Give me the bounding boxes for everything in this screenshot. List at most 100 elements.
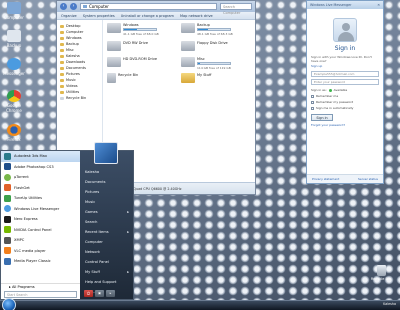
folder-icon: [181, 73, 195, 83]
organize-button[interactable]: Organize: [61, 14, 77, 18]
drive-misc[interactable]: Misc 114 GB free of 119 GB: [181, 57, 243, 70]
explorer-search-input[interactable]: Search Computer: [220, 3, 252, 15]
program-messenger[interactable]: Windows Live Messenger: [1, 204, 80, 215]
drive-dvd-rw[interactable]: DVD RW Drive: [107, 41, 169, 54]
user-picture: [94, 142, 118, 164]
program-utorrent[interactable]: μTorrent: [1, 172, 80, 183]
close-icon[interactable]: ✕: [377, 3, 380, 7]
program-3ds-max[interactable]: Autodesk 3ds Max: [1, 151, 80, 162]
place-games[interactable]: Games: [80, 207, 133, 217]
hard-drive-icon: [181, 57, 195, 67]
start-menu: Autodesk 3ds Max Adobe Photoshop CS3 μTo…: [0, 150, 134, 300]
place-search[interactable]: Search: [80, 217, 133, 227]
address-text: Computer: [89, 4, 109, 9]
user-avatar: [333, 18, 357, 42]
recycle-bin-icon: [60, 96, 64, 100]
desktop-icon-recycle-bin[interactable]: Recycle Bin: [368, 265, 394, 281]
utorrent-icon: [4, 173, 11, 181]
program-flashget[interactable]: FlashGet: [1, 183, 80, 194]
folder-icon: [60, 54, 64, 58]
desktop: Computer Backup Messenger Google Chrome …: [0, 0, 400, 310]
forgot-password-link[interactable]: Forgot your password?: [307, 122, 383, 128]
map-network-drive-button[interactable]: Map network drive: [180, 14, 213, 18]
folder-icon: [60, 66, 64, 70]
power-icon[interactable]: ⏻: [84, 290, 93, 297]
folder-icon: [60, 78, 64, 82]
chevron-right-icon[interactable]: ▸: [106, 290, 115, 297]
3ds-max-icon: [4, 152, 11, 160]
desktop-icon-chrome[interactable]: Google Chrome: [1, 90, 27, 113]
checkbox-icon: [311, 106, 314, 110]
drive-backup[interactable]: Backup 48.1 GB free of 68.3 GB: [181, 23, 243, 36]
program-tuneup[interactable]: TuneUp Utilities: [1, 193, 80, 204]
start-menu-places: Kalesha Documents Pictures Music Games S…: [80, 151, 133, 299]
start-search-input[interactable]: Start Search: [4, 291, 77, 298]
drive-icon: [7, 30, 21, 42]
sign-up-link[interactable]: Sign up: [307, 63, 383, 69]
drive-floppy[interactable]: Floppy Disk Drive: [181, 41, 243, 54]
floppy-drive-icon: [181, 41, 195, 51]
place-my-stuff[interactable]: My Stuff: [80, 267, 133, 277]
photoshop-icon: [4, 163, 11, 171]
program-nero[interactable]: Nero Express: [1, 214, 80, 225]
nav-item-recycle-bin[interactable]: Recycle Bin: [57, 95, 102, 101]
all-programs-button[interactable]: ▸ All Programs: [1, 283, 80, 290]
place-help[interactable]: Help and Support: [80, 277, 133, 287]
messenger-icon: [7, 58, 21, 70]
place-recent-items[interactable]: Recent Items: [80, 227, 133, 237]
address-bar[interactable]: Computer: [80, 3, 217, 10]
desktop-icon-backup[interactable]: Backup: [1, 30, 27, 48]
place-computer[interactable]: Computer: [80, 237, 133, 247]
program-mpc[interactable]: Media Player Classic: [1, 256, 80, 267]
firefox-icon: [7, 124, 21, 136]
folder-icon: [60, 90, 64, 94]
drive-windows[interactable]: Windows 41.1 GB free of 68.0 GB: [107, 23, 169, 36]
desktop-icon-firefox[interactable]: Firefox: [1, 124, 27, 142]
folder-icon: [60, 24, 64, 28]
computer-icon: [7, 2, 21, 14]
desktop-icon-messenger[interactable]: Messenger: [1, 58, 27, 76]
my-stuff-item[interactable]: My Stuff: [181, 73, 243, 86]
folder-icon: [60, 84, 64, 88]
programs-list: Autodesk 3ds Max Adobe Photoshop CS3 μTo…: [1, 151, 80, 299]
email-field[interactable]: Example555@hotmail.com: [311, 71, 379, 77]
checkbox-icon: [311, 94, 314, 98]
password-field[interactable]: Enter your password: [311, 79, 379, 85]
place-documents[interactable]: Documents: [80, 177, 133, 187]
folder-icon: [60, 72, 64, 76]
forward-button[interactable]: ›: [70, 3, 77, 10]
drive-hd-dvd[interactable]: HD DVD-ROM Drive: [107, 57, 169, 70]
uninstall-program-button[interactable]: Uninstall or change a program: [121, 14, 174, 18]
system-tray: Kalesha: [383, 302, 396, 306]
recycle-bin-item[interactable]: Recycle Bin: [107, 73, 169, 86]
place-user[interactable]: Kalesha: [80, 167, 133, 177]
folder-icon: [60, 36, 64, 40]
place-control-panel[interactable]: Control Panel: [80, 257, 133, 267]
server-status-link[interactable]: Server status: [358, 177, 378, 181]
back-button[interactable]: ‹: [60, 3, 67, 10]
taskbar: Kalesha: [0, 298, 400, 310]
lock-icon[interactable]: ▣: [95, 290, 104, 297]
place-network[interactable]: Network: [80, 247, 133, 257]
place-pictures[interactable]: Pictures: [80, 187, 133, 197]
start-orb-icon[interactable]: [2, 298, 16, 310]
program-vlc[interactable]: VLC media player: [1, 246, 80, 257]
place-music[interactable]: Music: [80, 197, 133, 207]
power-buttons: ⏻ ▣ ▸: [84, 290, 115, 297]
program-photoshop[interactable]: Adobe Photoshop CS3: [1, 162, 80, 173]
dvd-drive-icon: [107, 41, 121, 51]
vlc-icon: [4, 247, 11, 255]
messenger-titlebar: Windows Live Messenger ✕: [307, 1, 383, 9]
system-properties-button[interactable]: System properties: [83, 14, 115, 18]
auto-sign-in-checkbox[interactable]: Sign me in automatically: [307, 105, 383, 111]
desktop-icon-computer[interactable]: Computer: [1, 2, 27, 20]
sign-in-button[interactable]: Sign in: [311, 114, 333, 121]
recycle-bin-icon: [107, 73, 116, 83]
sign-in-intro: Sign in with your Windows Live ID. Don't…: [311, 55, 372, 63]
sign-in-heading: Sign in: [334, 45, 356, 52]
program-xmpc[interactable]: XMPC: [1, 235, 80, 246]
program-nvidia[interactable]: NVIDIA Control Panel: [1, 225, 80, 236]
media-player-classic-icon: [4, 257, 11, 265]
computer-small-icon: [83, 5, 87, 8]
privacy-statement-link[interactable]: Privacy statement: [312, 177, 339, 181]
